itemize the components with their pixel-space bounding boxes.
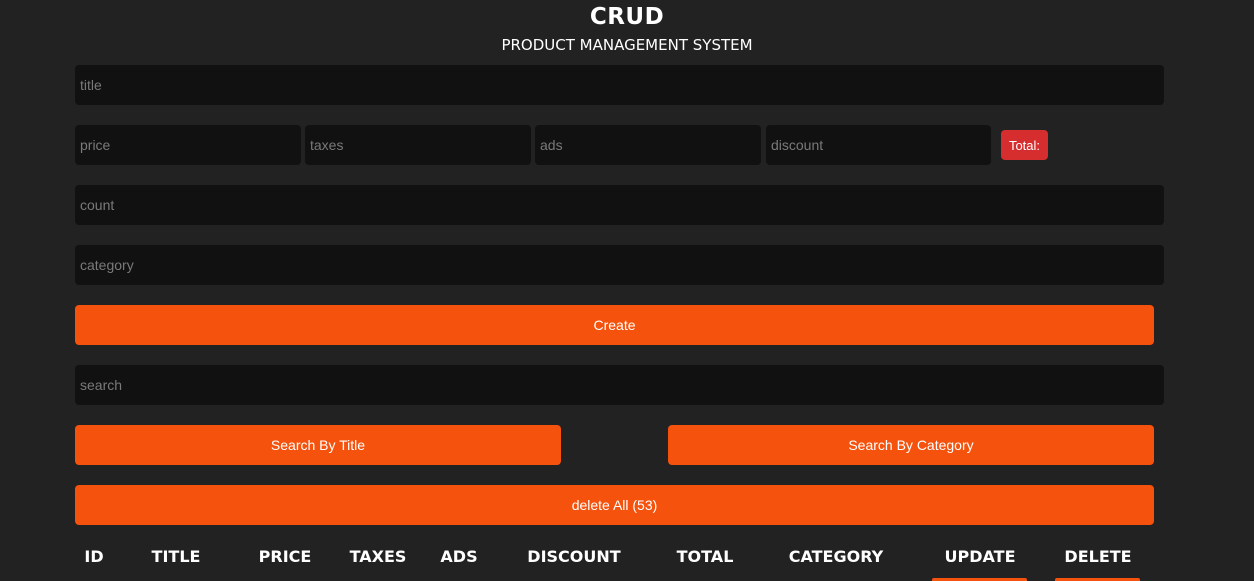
search-by-category-button[interactable]: Search By Category <box>668 425 1154 465</box>
page-title: CRUD <box>589 4 665 30</box>
table-header: ID TITLE PRICE TAXES ADS DISCOUNT TOTAL … <box>0 547 1254 571</box>
col-id: ID <box>84 547 104 566</box>
crud-page: CRUD PRODUCT MANAGEMENT SYSTEM Total: Cr… <box>0 0 1254 581</box>
col-price: PRICE <box>258 547 312 566</box>
col-delete: DELETE <box>1064 547 1132 566</box>
ads-input[interactable] <box>535 125 761 165</box>
taxes-input[interactable] <box>305 125 531 165</box>
col-discount: DISCOUNT <box>527 547 621 566</box>
category-input[interactable] <box>75 245 1164 285</box>
search-input[interactable] <box>75 365 1164 405</box>
col-taxes: TAXES <box>349 547 407 566</box>
col-total: TOTAL <box>676 547 734 566</box>
create-button[interactable]: Create <box>75 305 1154 345</box>
price-input[interactable] <box>75 125 301 165</box>
count-input[interactable] <box>75 185 1164 225</box>
search-by-title-button[interactable]: Search By Title <box>75 425 561 465</box>
discount-input[interactable] <box>766 125 991 165</box>
title-input[interactable] <box>75 65 1164 105</box>
col-ads: ADS <box>440 547 478 566</box>
col-title: TITLE <box>151 547 201 566</box>
delete-all-button[interactable]: delete All (53) <box>75 485 1154 525</box>
col-category: CATEGORY <box>788 547 884 566</box>
total-badge: Total: <box>1001 130 1048 160</box>
col-update: UPDATE <box>944 547 1016 566</box>
page-subtitle: PRODUCT MANAGEMENT SYSTEM <box>501 36 753 54</box>
